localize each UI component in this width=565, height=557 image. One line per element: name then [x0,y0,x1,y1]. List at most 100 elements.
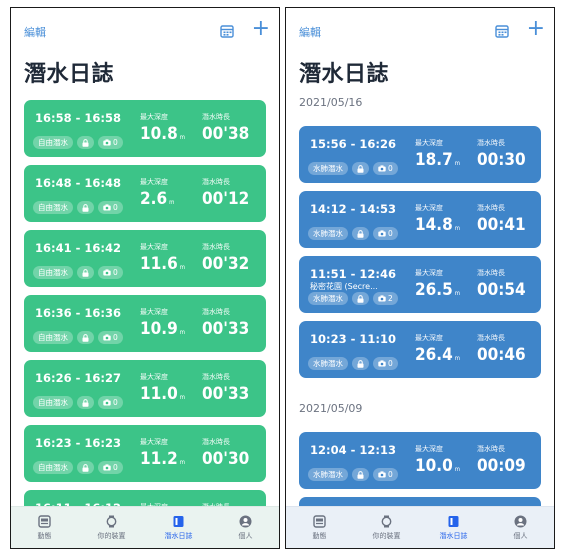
tab-bar: 動態 你的裝置 潛水日誌 個人 [11,506,279,548]
lock-icon [77,396,94,409]
photo-count-badge: 0 [373,468,398,481]
dive-mode-badge: 自由潛水 [33,136,73,149]
photo-count: 2 [388,294,393,303]
dive-duration-value: 00'33 [202,384,250,404]
max-depth-label: 最大深度 [415,269,443,277]
dive-log-card[interactable]: 16:23 - 16:23 自由潛水 0 最大深度 11.2 m 潛水時長 00'30 [24,425,266,482]
dive-log-card[interactable]: 11:30 - 11:52水肺潛水0最大深度潛水時長 [299,497,541,506]
lock-icon [77,201,94,214]
date-section-header: 2021/05/09 [299,402,363,415]
max-depth-metric: 最大深度 14.8 m [415,203,460,235]
max-depth-metric: 最大深度 26.5 m [415,268,460,300]
lock-icon [352,468,369,481]
max-depth-number: 10.8 [140,124,178,144]
dive-duration-value: 00'32 [202,254,250,274]
tab-logbook[interactable]: 潛水日誌 [149,515,209,541]
max-depth-label: 最大深度 [415,334,443,342]
max-depth-metric: 最大深度 11.2 m [140,437,185,469]
dive-list[interactable]: 2021/05/16 15:56 - 16:26 水肺潛水 0 最大深度 18.7 m 潛水時… [286,92,554,506]
dive-log-card[interactable]: 14:12 - 14:53 水肺潛水 0 最大深度 14.8 m 潛水時長 00:41 [299,191,541,248]
dive-duration-label: 潛水時長 [202,178,230,186]
photo-count: 0 [113,333,118,342]
dive-duration-label: 潛水時長 [477,445,505,453]
camera-icon [378,230,386,237]
dive-log-card[interactable]: 16:11 - 16:12自由潛水0最大深度潛水時長 [24,490,266,506]
edit-button[interactable]: 編輯 [24,24,46,40]
dive-log-card[interactable]: 16:41 - 16:42 自由潛水 0 最大深度 11.6 m 潛水時長 00'32 [24,230,266,287]
dive-mode-badge: 自由潛水 [33,461,73,474]
dive-duration-value: 00:46 [477,345,526,365]
lock-icon [77,266,94,279]
dive-time-range: 12:04 - 12:13 [310,443,396,457]
photo-count: 0 [113,268,118,277]
calendar-icon[interactable] [494,23,510,39]
photo-count-badge: 0 [373,357,398,370]
max-depth-value: 18.7 m [415,150,460,170]
tab-profile[interactable]: 個人 [216,515,276,541]
dive-log-card[interactable]: 15:56 - 16:26 水肺潛水 0 最大深度 18.7 m 潛水時長 00:30 [299,126,541,183]
dive-duration-value: 00:41 [477,215,526,235]
camera-icon [103,464,111,471]
tab-watch[interactable]: 你的裝置 [82,515,142,541]
dive-duration-label: 潛水時長 [477,204,505,212]
dive-log-card[interactable]: 16:26 - 16:27 自由潛水 0 最大深度 11.0 m 潛水時長 00'33 [24,360,266,417]
camera-icon [378,295,386,302]
depth-unit: m [179,329,186,336]
camera-icon [103,204,111,211]
tab-label: 你的裝置 [372,531,401,540]
dive-log-card[interactable]: 16:36 - 16:36 自由潛水 0 最大深度 10.9 m 潛水時長 00'33 [24,295,266,352]
tab-watch[interactable]: 你的裝置 [357,515,417,541]
dive-mode-badge: 水肺潛水 [308,162,348,175]
dive-log-card[interactable]: 16:48 - 16:48 自由潛水 0 最大深度 2.6 m 潛水時長 00'12 [24,165,266,222]
max-depth-value: 10.9 m [140,319,185,339]
photo-count-badge: 0 [98,461,123,474]
edit-button[interactable]: 編輯 [299,24,321,40]
watch-icon [105,515,118,528]
camera-icon [378,360,386,367]
dive-time-range: 16:26 - 16:27 [35,371,121,385]
tab-feed[interactable]: 動態 [290,514,350,541]
dive-duration-metric: 潛水時長 00:41 [477,203,526,235]
dive-tags: 自由潛水 0 [33,136,123,149]
max-depth-label: 最大深度 [140,308,168,316]
dive-duration-metric: 潛水時長 00'12 [202,177,249,209]
dive-duration-label: 潛水時長 [202,373,230,381]
max-depth-value: 2.6 m [140,189,174,209]
dive-tags: 水肺潛水 2 [308,292,398,305]
tab-profile[interactable]: 個人 [491,515,551,541]
max-depth-label: 最大深度 [140,243,168,251]
photo-count-badge: 2 [373,292,398,305]
add-dive-button[interactable]: + [252,18,270,40]
max-depth-value: 10.8 m [140,124,185,144]
tab-feed[interactable]: 動態 [15,514,75,541]
dive-log-card[interactable]: 11:51 - 12:46 秘密花園 (Secre... 水肺潛水 2 最大深度 26.5… [299,256,541,313]
max-depth-value: 11.6 m [140,254,185,274]
lock-icon [352,357,369,370]
dive-duration-label: 潛水時長 [477,334,505,342]
photo-count: 0 [388,359,393,368]
tab-label: 動態 [312,531,327,540]
depth-unit: m [454,466,461,473]
dive-duration-label: 潛水時長 [202,308,230,316]
add-dive-button[interactable]: + [527,18,545,40]
max-depth-number: 14.8 [415,215,453,235]
dive-log-card[interactable]: 10:23 - 11:10 水肺潛水 0 最大深度 26.4 m 潛水時長 00:46 [299,321,541,378]
camera-icon [103,139,111,146]
photo-count: 0 [113,398,118,407]
dive-log-card[interactable]: 16:58 - 16:58 自由潛水 0 最大深度 10.8 m 潛水時長 00'38 [24,100,266,157]
depth-unit: m [169,199,175,206]
dive-duration-value: 00:54 [477,280,526,300]
max-depth-metric: 最大深度 10.9 m [140,307,185,339]
max-depth-number: 18.7 [415,150,453,170]
max-depth-number: 26.4 [415,345,453,365]
calendar-icon[interactable] [219,23,235,39]
photo-count: 0 [113,203,118,212]
tab-logbook[interactable]: 潛水日誌 [424,515,484,541]
max-depth-metric: 最大深度 10.0 m [415,444,460,476]
dive-list[interactable]: 16:58 - 16:58 自由潛水 0 最大深度 10.8 m 潛水時長 00'38 16:4… [11,92,279,506]
dive-duration-value: 00:09 [477,456,526,476]
max-depth-number: 10.9 [140,319,178,339]
dive-log-card[interactable]: 12:04 - 12:13 水肺潛水 0 最大深度 10.0 m 潛水時長 00:09 [299,432,541,489]
max-depth-value: 10.0 m [415,456,460,476]
camera-icon [378,471,386,478]
